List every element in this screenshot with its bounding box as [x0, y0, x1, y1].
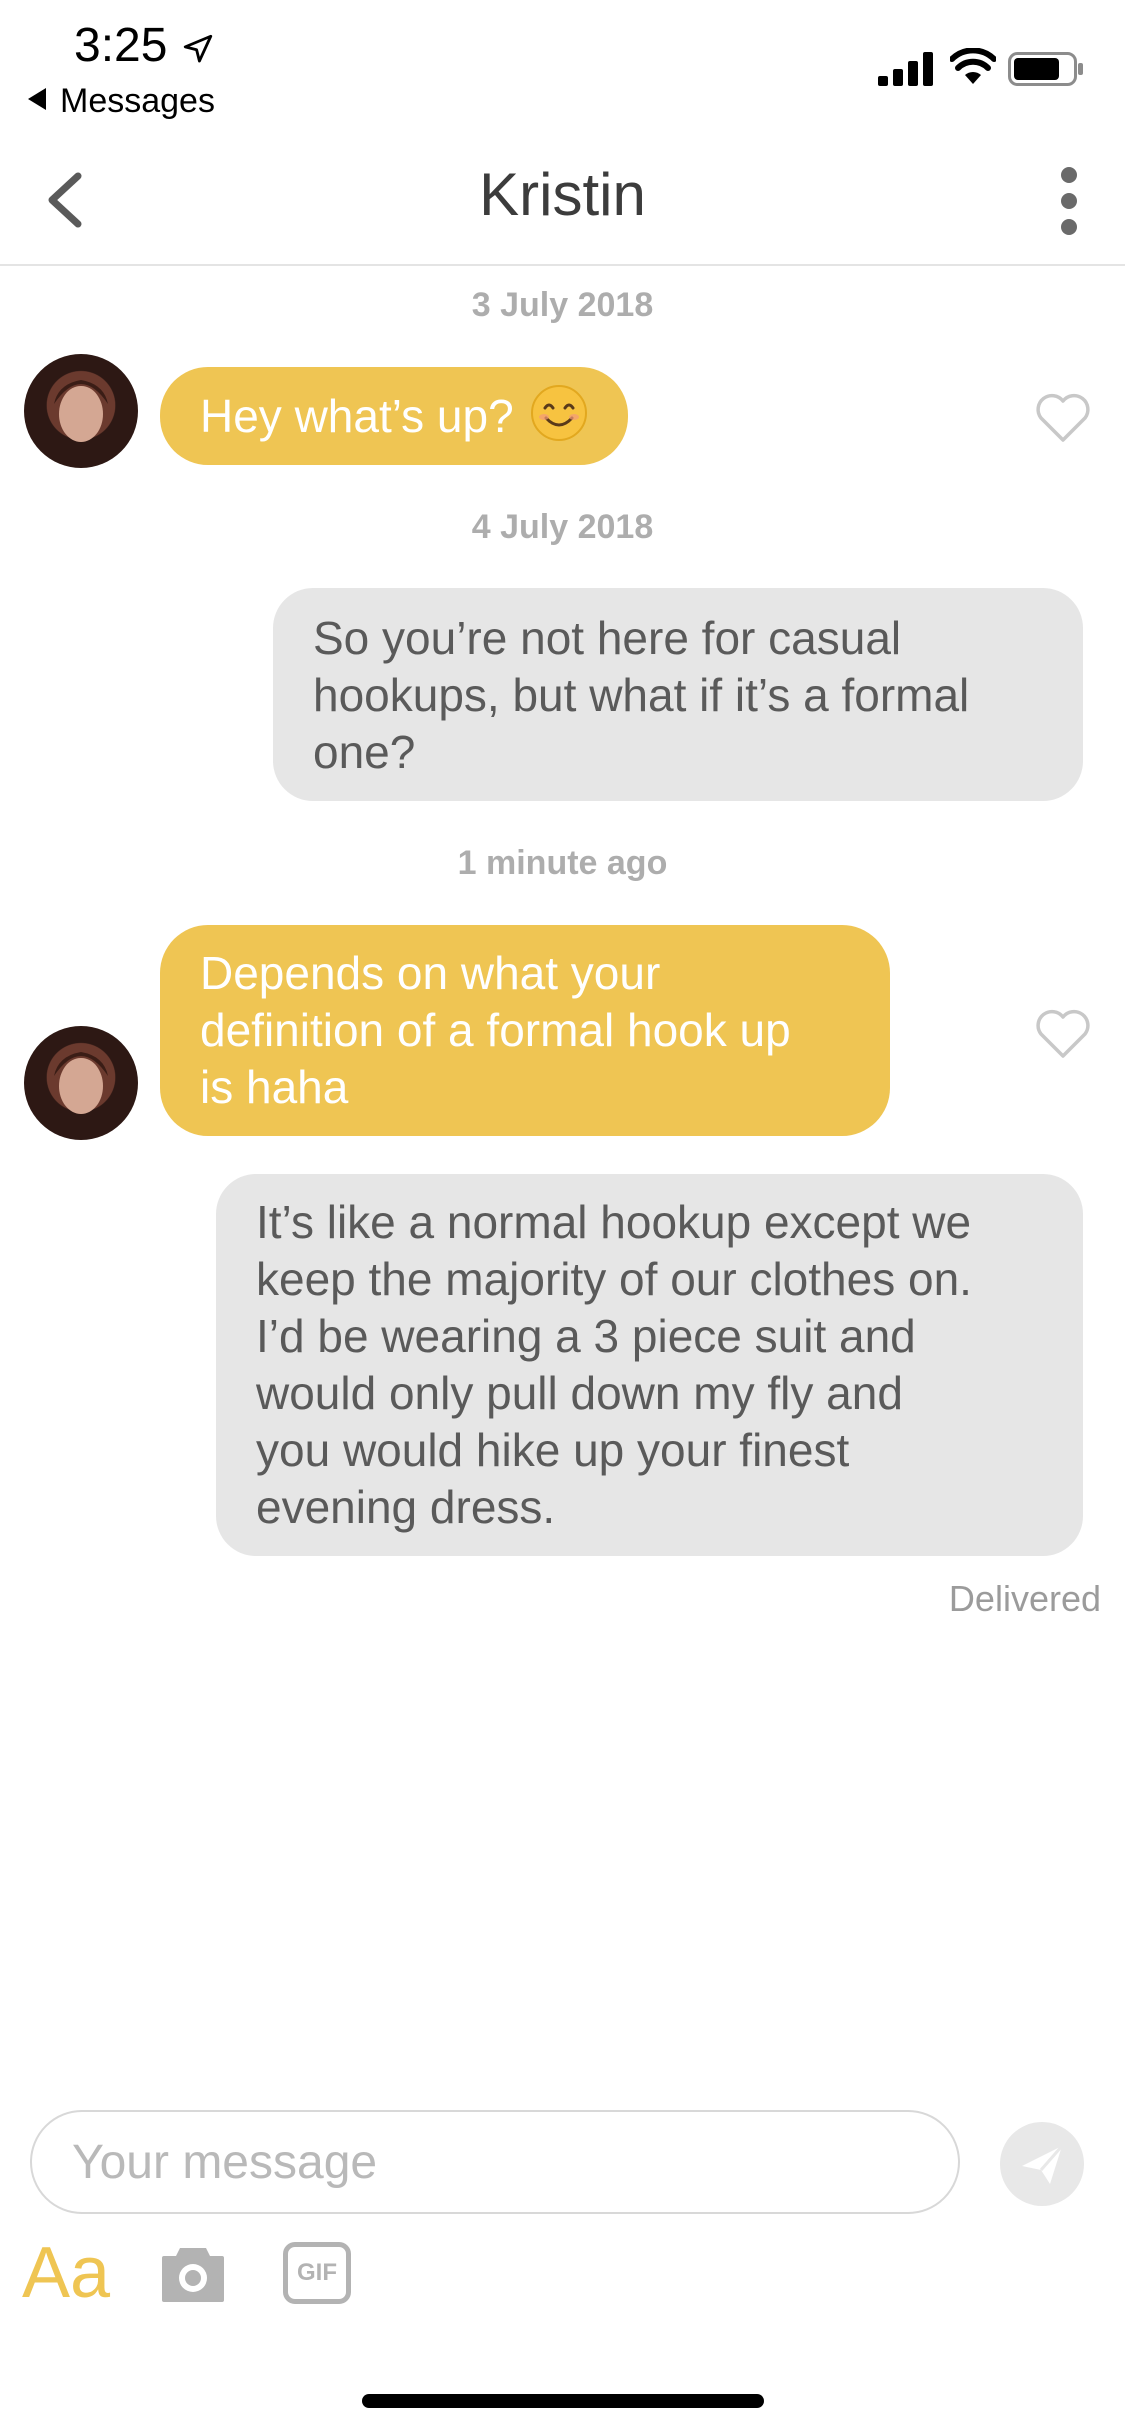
- send-button[interactable]: [1000, 2122, 1084, 2206]
- back-triangle-icon: [28, 88, 46, 110]
- message-bubble-incoming[interactable]: Depends on what your definition of a for…: [160, 925, 890, 1136]
- message-bubble-outgoing[interactable]: So you’re not here for casual hookups, b…: [273, 588, 1083, 801]
- message-text: So you’re not here for casual hookups, b…: [313, 612, 970, 778]
- battery-icon: [1008, 52, 1083, 86]
- chat-title[interactable]: Kristin: [0, 160, 1125, 229]
- date-separator: 1 minute ago: [457, 844, 668, 882]
- gif-button[interactable]: GIF: [283, 2242, 351, 2304]
- text-style-button[interactable]: Aa: [22, 2232, 110, 2314]
- status-time: 3:25: [74, 19, 168, 72]
- back-to-messages-label: Messages: [60, 82, 215, 120]
- status-bar: 3:25 Messages: [0, 0, 1125, 130]
- cellular-signal-icon: [878, 52, 933, 86]
- avatar-photo: [54, 380, 108, 442]
- heart-icon[interactable]: [1034, 1008, 1092, 1060]
- avatar[interactable]: [24, 1026, 138, 1140]
- delivered-status: Delivered: [948, 1578, 1101, 1619]
- avatar[interactable]: [24, 354, 138, 468]
- message-text: Hey what’s up?: [200, 390, 514, 442]
- message-input[interactable]: [30, 2110, 960, 2214]
- home-indicator[interactable]: [362, 2394, 764, 2408]
- back-to-messages-link[interactable]: Messages: [28, 82, 215, 121]
- message-bubble-incoming[interactable]: Hey what’s up?: [160, 367, 628, 465]
- date-separator: 3 July 2018: [471, 286, 654, 324]
- paper-plane-icon: [1022, 2145, 1064, 2184]
- vertical-dots-icon[interactable]: [1054, 166, 1084, 236]
- avatar-photo: [54, 1052, 108, 1114]
- heart-icon[interactable]: [1034, 392, 1092, 444]
- date-separator: 4 July 2018: [471, 508, 654, 546]
- message-bubble-outgoing[interactable]: It’s like a normal hookup except we keep…: [216, 1174, 1083, 1556]
- camera-icon[interactable]: [160, 2240, 226, 2304]
- smiling-face-emoji-icon: [530, 385, 587, 441]
- chat-header: Kristin: [0, 130, 1125, 266]
- message-text: It’s like a normal hookup except we keep…: [256, 1196, 972, 1533]
- wifi-icon: [950, 48, 996, 84]
- message-text: Depends on what your definition of a for…: [200, 947, 791, 1113]
- location-arrow-icon: [183, 34, 213, 63]
